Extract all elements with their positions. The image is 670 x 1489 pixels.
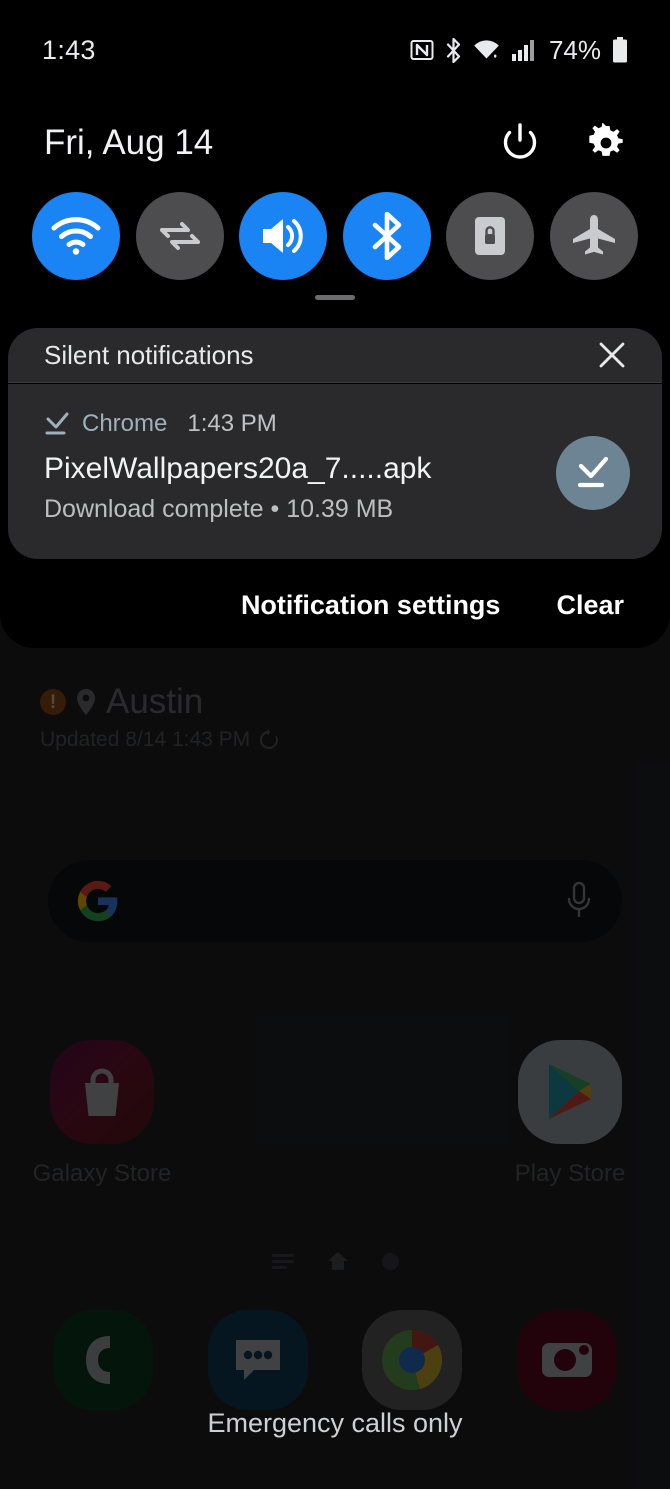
weather-alert-icon[interactable]: ! [40, 689, 66, 715]
notification-meta: Chrome 1:43 PM [44, 410, 632, 438]
gear-icon[interactable] [586, 122, 626, 163]
dock-item-camera[interactable] [516, 1310, 617, 1410]
messages-icon [235, 1340, 280, 1380]
play-store-icon [518, 1040, 622, 1144]
notification-body: Download complete • 10.39 MB [44, 495, 394, 523]
close-icon[interactable] [598, 341, 626, 369]
status-bar-clock: 1:43 [42, 34, 96, 65]
download-complete-icon[interactable] [556, 436, 630, 510]
quick-settings-row[interactable] [0, 190, 670, 282]
qs-toggle-bluetooth[interactable] [342, 192, 431, 280]
qs-toggle-mobile-data[interactable] [135, 192, 224, 280]
app-play-store[interactable]: Play Store [490, 1040, 650, 1188]
status-bar: 1:43 74% [0, 0, 670, 100]
shade-header-buttons [500, 122, 626, 163]
notification-app-name: Chrome [82, 410, 168, 437]
app-label: Play Store [514, 1160, 626, 1187]
signal-icon [511, 40, 534, 61]
bluetooth-icon [372, 212, 402, 260]
qs-toggle-sound[interactable] [239, 192, 328, 280]
power-icon[interactable] [500, 122, 540, 163]
notification-title: PixelWallpapers20a_7.....apk [44, 452, 432, 485]
microphone-icon[interactable] [564, 881, 594, 921]
battery-percent-label: 74% [548, 34, 601, 65]
wifi-icon [51, 217, 101, 255]
page-dot-icon[interactable] [381, 1252, 399, 1270]
apps-list-icon[interactable] [271, 1253, 294, 1269]
weather-city-label: Austin [106, 682, 204, 721]
wifi-icon [474, 39, 499, 58]
mobile-data-icon [159, 222, 200, 250]
airplane-icon [572, 215, 615, 255]
qs-toggle-wifi[interactable] [32, 192, 120, 280]
location-pin-icon [77, 689, 95, 715]
qs-toggle-airplane-mode[interactable] [549, 192, 638, 280]
weather-updated-label: Updated 8/14 1:43 PM [40, 728, 251, 751]
rotation-lock-icon [475, 217, 506, 255]
notification-shade[interactable]: 1:43 74% Fri, Aug 14 Silent notification… [0, 0, 670, 648]
weather-updated-row: Updated 8/14 1:43 PM [40, 728, 280, 752]
shade-footer[interactable]: Notification settings Clear [0, 565, 670, 645]
clear-notifications-button[interactable]: Clear [556, 590, 624, 621]
app-label: Galaxy Store [32, 1160, 172, 1187]
google-g-icon [77, 880, 118, 922]
silent-notifications-header[interactable]: Silent notifications [8, 328, 662, 383]
qs-toggle-auto-rotate-lock[interactable] [446, 192, 535, 280]
google-search-bar[interactable] [48, 860, 622, 942]
notification-timestamp: 1:43 PM [187, 410, 277, 437]
shade-header: Fri, Aug 14 [0, 100, 670, 185]
refresh-icon[interactable] [258, 729, 280, 751]
phone-icon [86, 1336, 111, 1384]
emergency-calls-label: Emergency calls only [207, 1408, 463, 1438]
galaxy-store-icon [50, 1040, 154, 1144]
download-icon [45, 412, 69, 435]
shade-date-label: Fri, Aug 14 [44, 122, 214, 162]
notification-item[interactable]: Chrome 1:43 PM PixelWallpapers20a_7.....… [8, 384, 662, 559]
dock-item-chrome[interactable] [362, 1310, 463, 1410]
weather-location: ! Austin [40, 682, 203, 722]
page-indicator [0, 1252, 670, 1270]
bluetooth-icon [446, 37, 461, 63]
dock-item-messages[interactable] [207, 1310, 308, 1410]
silent-notifications-label: Silent notifications [44, 339, 254, 370]
status-bar-icons: 74% [410, 35, 628, 66]
shade-drag-handle[interactable] [315, 295, 355, 300]
battery-icon [613, 37, 627, 63]
chrome-icon [382, 1330, 443, 1390]
sound-icon [263, 219, 303, 253]
camera-icon [541, 1343, 592, 1377]
app-galaxy-store[interactable]: Galaxy Store [22, 1040, 182, 1188]
nfc-icon [410, 40, 434, 60]
home-page-icon[interactable] [327, 1252, 348, 1270]
dock[interactable] [0, 1310, 670, 1410]
notification-settings-button[interactable]: Notification settings [241, 590, 501, 621]
dock-item-phone[interactable] [53, 1310, 154, 1410]
